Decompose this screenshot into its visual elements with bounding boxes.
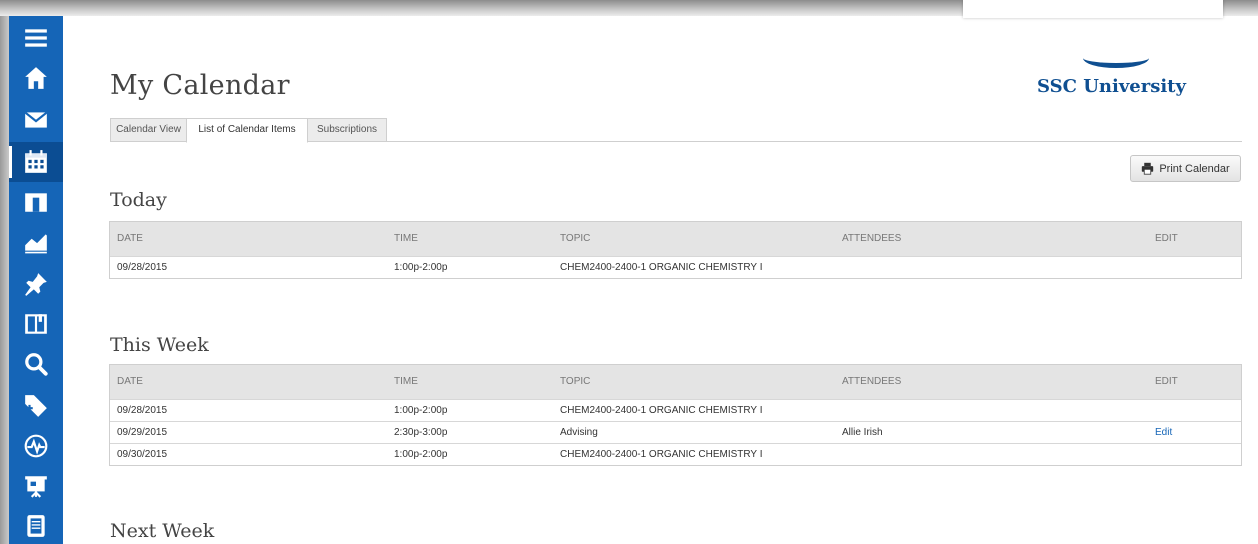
cell-topic: CHEM2400-2400-1 ORGANIC CHEMISTRY I: [560, 449, 763, 460]
section-title-today: Today: [110, 189, 167, 211]
this-week-table: DATE TIME TOPIC ATTENDEES EDIT 09/28/201…: [109, 364, 1242, 466]
main-content: My Calendar SSC University Calendar View…: [63, 16, 1258, 544]
tab-list-of-calendar-items[interactable]: List of Calendar Items: [186, 118, 308, 143]
column-attendees: ATTENDEES: [842, 376, 902, 387]
cell-attendees: Allie Irish: [842, 427, 883, 438]
document-icon: [27, 515, 45, 537]
column-date: DATE: [117, 376, 143, 387]
column-date: DATE: [117, 233, 143, 244]
sidebar-item-folder[interactable]: [9, 182, 63, 222]
calendar-icon: [25, 150, 47, 173]
sidebar-item-document[interactable]: [9, 506, 63, 544]
cell-date: 09/29/2015: [117, 427, 168, 438]
cell-topic: Advising: [560, 427, 598, 438]
logo-arc: [1083, 48, 1149, 68]
sidebar-nav: [9, 16, 63, 544]
column-time: TIME: [394, 233, 418, 244]
page-title: My Calendar: [110, 70, 290, 101]
chart-icon: [25, 234, 47, 254]
calendar-tabs: Calendar View List of Calendar Items Sub…: [110, 118, 1242, 143]
sidebar-item-menu[interactable]: [9, 18, 63, 58]
mail-icon: [24, 111, 48, 128]
sidebar-item-pin[interactable]: [9, 264, 63, 304]
table-row: 09/28/2015 1:00p-2:00p CHEM2400-2400-1 O…: [110, 399, 1241, 421]
tab-calendar-view[interactable]: Calendar View: [110, 118, 187, 142]
pin-icon: [25, 273, 47, 296]
sidebar-item-mail[interactable]: [9, 100, 63, 140]
cell-date: 09/28/2015: [117, 405, 168, 416]
university-logo: SSC University: [1037, 63, 1187, 106]
column-attendees: ATTENDEES: [842, 233, 902, 244]
search-icon: [25, 353, 48, 376]
cell-topic: CHEM2400-2400-1 ORGANIC CHEMISTRY I: [560, 405, 763, 416]
sidebar-item-presentation[interactable]: [9, 466, 63, 506]
presentation-icon: [25, 476, 47, 498]
column-time: TIME: [394, 376, 418, 387]
printer-icon: [1142, 162, 1154, 175]
sidebar-item-home[interactable]: [9, 58, 63, 98]
sidebar-item-activity[interactable]: [9, 426, 63, 466]
column-edit: EDIT: [1155, 376, 1178, 387]
edit-link[interactable]: Edit: [1155, 422, 1172, 443]
section-title-this-week: This Week: [110, 334, 209, 356]
table-row: 09/30/2015 1:00p-2:00p CHEM2400-2400-1 O…: [110, 443, 1241, 465]
tag-icon: [25, 395, 47, 417]
table-header: DATE TIME TOPIC ATTENDEES EDIT: [110, 365, 1241, 399]
column-edit: EDIT: [1155, 233, 1178, 244]
sidebar-item-tag[interactable]: [9, 386, 63, 426]
cell-topic: CHEM2400-2400-1 ORGANIC CHEMISTRY I: [560, 262, 763, 273]
section-title-next-week: Next Week: [110, 520, 215, 542]
cell-date: 09/28/2015: [117, 262, 168, 273]
print-calendar-button[interactable]: Print Calendar: [1130, 155, 1241, 182]
table-row: 09/29/2015 2:30p-3:00p Advising Allie Ir…: [110, 421, 1241, 443]
sidebar-item-calendar[interactable]: [9, 142, 63, 182]
sidebar-item-book[interactable]: [9, 304, 63, 344]
sidebar-item-search[interactable]: [9, 344, 63, 384]
home-icon: [25, 67, 47, 89]
book-icon: [25, 314, 47, 334]
cell-time: 2:30p-3:00p: [394, 427, 448, 438]
logo-text: SSC University: [1037, 76, 1186, 97]
cell-time: 1:00p-2:00p: [394, 405, 448, 416]
tab-subscriptions[interactable]: Subscriptions: [307, 118, 387, 142]
menu-icon: [25, 29, 47, 47]
today-table: DATE TIME TOPIC ATTENDEES EDIT 09/28/201…: [109, 221, 1242, 279]
column-topic: TOPIC: [560, 233, 591, 244]
folder-icon: [25, 193, 47, 212]
sidebar-item-chart[interactable]: [9, 222, 63, 262]
cell-time: 1:00p-2:00p: [394, 262, 448, 273]
cell-time: 1:00p-2:00p: [394, 449, 448, 460]
cell-date: 09/30/2015: [117, 449, 168, 460]
table-row: 09/28/2015 1:00p-2:00p CHEM2400-2400-1 O…: [110, 256, 1241, 278]
table-header: DATE TIME TOPIC ATTENDEES EDIT: [110, 222, 1241, 256]
column-topic: TOPIC: [560, 376, 591, 387]
print-calendar-label: Print Calendar: [1159, 162, 1230, 175]
activity-icon: [24, 434, 48, 458]
